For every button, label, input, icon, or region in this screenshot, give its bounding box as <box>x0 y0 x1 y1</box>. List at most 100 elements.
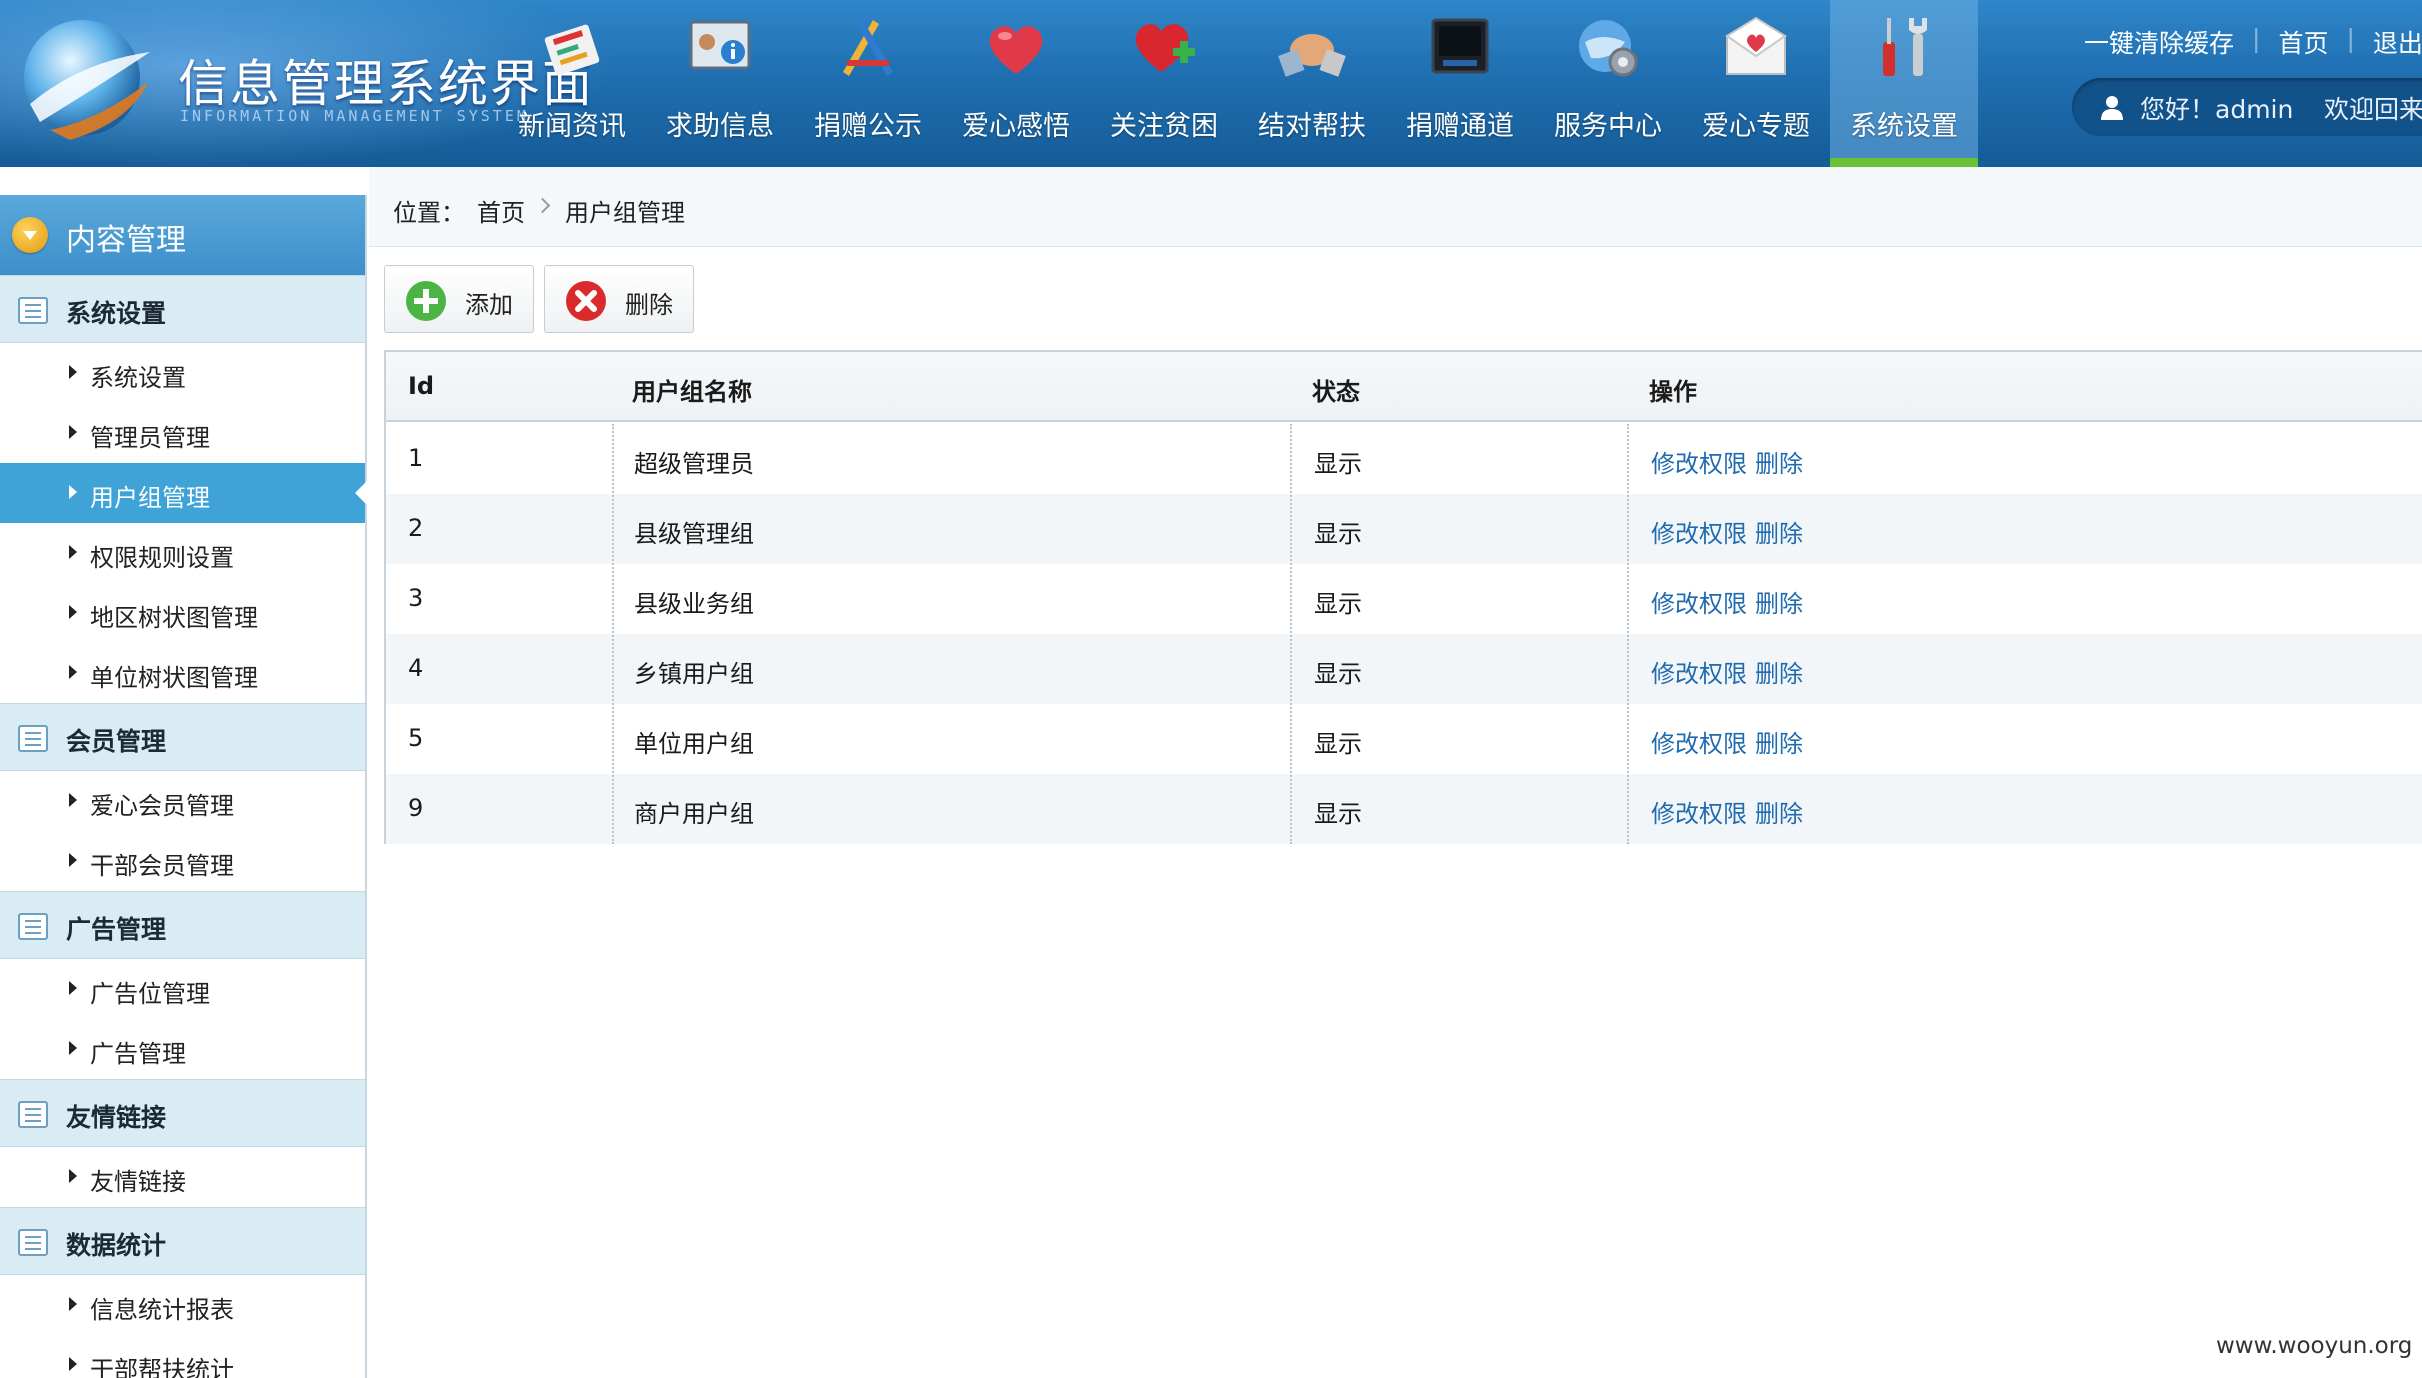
logout-link[interactable]: 退出 <box>2373 24 2422 60</box>
caret-right-icon <box>69 853 77 867</box>
table-row: 3 县级业务组 显示 修改权限 删除 <box>408 584 1803 619</box>
delete-link[interactable]: 删除 <box>1755 654 1803 689</box>
logo-subtitle: INFORMATION MANAGEMENT SYSTEM <box>180 107 529 125</box>
delete-link[interactable]: 删除 <box>1755 794 1803 829</box>
edit-permission-link[interactable]: 修改权限 <box>1651 444 1747 479</box>
list-icon <box>18 297 48 324</box>
sidebar-group-ads[interactable]: 广告管理 <box>0 891 365 959</box>
breadcrumb-prefix: 位置： <box>393 199 465 227</box>
caret-right-icon <box>69 1169 77 1183</box>
sidebar-group-stats[interactable]: 数据统计 <box>0 1207 365 1275</box>
list-icon <box>18 1101 48 1128</box>
table-row: 5 单位用户组 显示 修改权限 删除 <box>408 724 1803 759</box>
sidebar-item-user-groups[interactable]: 用户组管理 <box>0 463 367 523</box>
edit-permission-link[interactable]: 修改权限 <box>1651 724 1747 759</box>
nav-donation-notice[interactable]: 捐赠公示 <box>794 0 942 167</box>
table-header: Id 用户组名称 状态 操作 <box>386 352 2422 422</box>
info-board-icon <box>689 20 751 70</box>
nav-love-topic[interactable]: 爱心专题 <box>1682 0 1830 167</box>
caret-right-icon <box>69 605 77 619</box>
table-row: 1 超级管理员 显示 修改权限 删除 <box>408 444 1803 479</box>
welcome-text: 欢迎回来 <box>2324 95 2422 124</box>
sidebar-item-friend-links[interactable]: 友情链接 <box>0 1147 365 1207</box>
sidebar-item-cadre-members[interactable]: 干部会员管理 <box>0 831 365 891</box>
delete-link[interactable]: 删除 <box>1755 584 1803 619</box>
delete-link[interactable]: 删除 <box>1755 444 1803 479</box>
sidebar-group-members[interactable]: 会员管理 <box>0 703 365 771</box>
list-icon <box>18 913 48 940</box>
delete-link[interactable]: 删除 <box>1755 514 1803 549</box>
user-icon <box>2101 96 2123 120</box>
sidebar-item-ads[interactable]: 广告管理 <box>0 1019 365 1079</box>
newspaper-icon <box>544 24 600 76</box>
nav-help-info[interactable]: 求助信息 <box>646 0 794 167</box>
handshake-icon <box>1278 34 1346 77</box>
nav-pairing[interactable]: 结对帮扶 <box>1238 0 1386 167</box>
top-links: 一键清除缓存 | 首页 | 退出 <box>2084 24 2422 60</box>
sidebar-item-permission-rules[interactable]: 权限规则设置 <box>0 523 365 583</box>
delete-link[interactable]: 删除 <box>1755 724 1803 759</box>
chevron-down-icon <box>12 217 48 253</box>
column-divider <box>1290 424 1292 844</box>
nav-donation-channel[interactable]: 捐赠通道 <box>1386 0 1534 167</box>
sidebar-title: 内容管理 <box>66 223 186 258</box>
caret-right-icon <box>69 545 77 559</box>
caret-right-icon <box>69 425 77 439</box>
col-status: 状态 <box>1312 378 1360 406</box>
nav-love-insight[interactable]: 爱心感悟 <box>942 0 1090 167</box>
sidebar-item-unit-tree[interactable]: 单位树状图管理 <box>0 643 365 703</box>
sidebar-item-admin[interactable]: 管理员管理 <box>0 403 365 463</box>
nav-service-center[interactable]: 服务中心 <box>1534 0 1682 167</box>
toolbar: 添加 删除 <box>384 265 704 333</box>
sidebar-group-links[interactable]: 友情链接 <box>0 1079 365 1147</box>
heart-icon <box>989 26 1043 75</box>
user-group-table: Id 用户组名称 状态 操作 1 超级管理员 显示 修改权限 删除 2 县级管理… <box>384 350 2422 844</box>
clear-cache-link[interactable]: 一键清除缓存 <box>2084 24 2234 60</box>
col-id: Id <box>408 372 435 400</box>
top-header: 信息管理系统界面 INFORMATION MANAGEMENT SYSTEM 新… <box>0 0 2422 167</box>
breadcrumb-home[interactable]: 首页 <box>477 193 525 228</box>
divider: | <box>2252 24 2261 53</box>
heart-plus-icon <box>1135 24 1195 73</box>
caret-right-icon <box>69 485 77 499</box>
sidebar-item-love-members[interactable]: 爱心会员管理 <box>0 771 365 831</box>
edit-permission-link[interactable]: 修改权限 <box>1651 584 1747 619</box>
sidebar: 内容管理 系统设置 系统设置 管理员管理 用户组管理 权限规则设置 地区树状图管… <box>0 195 367 1378</box>
delete-button[interactable]: 删除 <box>544 265 694 333</box>
tools-icon <box>1883 18 1927 76</box>
welcome-pill: 您好！admin 欢迎回来 <box>2072 78 2422 136</box>
nav-news[interactable]: 新闻资讯 <box>498 0 646 167</box>
edit-permission-link[interactable]: 修改权限 <box>1651 654 1747 689</box>
col-actions: 操作 <box>1649 378 1697 406</box>
logo-globe-icon <box>24 20 150 140</box>
sidebar-item-info-report[interactable]: 信息统计报表 <box>0 1275 365 1335</box>
add-button[interactable]: 添加 <box>384 265 534 333</box>
sidebar-item-ad-positions[interactable]: 广告位管理 <box>0 959 365 1019</box>
globe-gear-icon <box>1579 20 1638 77</box>
main-nav: 新闻资讯 求助信息 捐赠公示 爱心感悟 关注贫困 结对帮扶 捐赠通道 服务中心 … <box>498 0 1978 167</box>
pencil-ruler-icon <box>843 20 893 76</box>
list-icon <box>18 725 48 752</box>
table-row: 4 乡镇用户组 显示 修改权限 删除 <box>386 634 2422 704</box>
caret-right-icon <box>69 793 77 807</box>
nav-poverty[interactable]: 关注贫困 <box>1090 0 1238 167</box>
sidebar-item-system-settings[interactable]: 系统设置 <box>0 343 365 403</box>
home-link[interactable]: 首页 <box>2278 24 2328 60</box>
caret-right-icon <box>69 1041 77 1055</box>
edit-permission-link[interactable]: 修改权限 <box>1651 514 1747 549</box>
breadcrumb: 位置： 首页 用户组管理 <box>369 167 2422 247</box>
sidebar-group-system[interactable]: 系统设置 <box>0 275 365 343</box>
sidebar-header[interactable]: 内容管理 <box>0 195 365 275</box>
nav-system-settings[interactable]: 系统设置 <box>1830 0 1978 167</box>
monitor-icon <box>1431 18 1489 74</box>
caret-right-icon <box>69 365 77 379</box>
caret-right-icon <box>69 1297 77 1311</box>
sidebar-item-cadre-stats[interactable]: 干部帮扶统计 <box>0 1335 365 1378</box>
sidebar-item-region-tree[interactable]: 地区树状图管理 <box>0 583 365 643</box>
delete-icon <box>566 281 606 321</box>
chevron-right-icon <box>534 197 551 214</box>
edit-permission-link[interactable]: 修改权限 <box>1651 794 1747 829</box>
divider: | <box>2346 24 2355 53</box>
table-row: 2 县级管理组 显示 修改权限 删除 <box>386 494 2422 564</box>
caret-right-icon <box>69 981 77 995</box>
